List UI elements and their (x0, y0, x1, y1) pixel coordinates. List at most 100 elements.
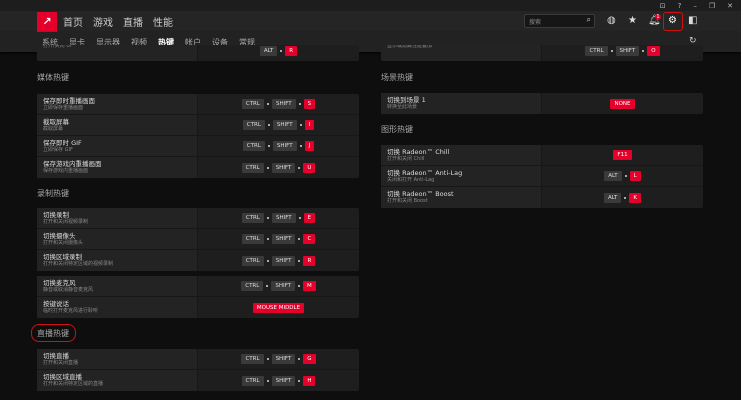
hotkey-subtitle: 打开和关闭 Chill (387, 156, 425, 162)
key-badge[interactable]: I (304, 120, 315, 130)
key-badge[interactable]: SHIFT (271, 281, 296, 291)
key-badge[interactable]: SHIFT (271, 375, 296, 386)
key-badge[interactable]: ALT (603, 192, 622, 203)
hotkey-row[interactable]: 切换区域录制 打开和关闭特定区域的视频录制 CTRL SHIFT R (37, 250, 359, 271)
key-badge[interactable]: ALT (604, 171, 622, 181)
help-icon[interactable]: ? (678, 2, 682, 10)
key-badge[interactable]: F11 (613, 150, 632, 160)
nav-performance[interactable]: 性能 (153, 14, 173, 29)
restore-button[interactable]: ❐ (709, 2, 715, 10)
section-title: 图形热键 (381, 125, 413, 134)
key-badge[interactable]: SHIFT (272, 141, 297, 151)
key-badge[interactable]: CTRL (241, 375, 264, 386)
hotkey-row[interactable]: 切换摄像头 打开和关闭摄像头 CTRL SHIFT C (37, 229, 359, 250)
hotkey-card: 显示或隐藏性能叠加 CTRL SHIFT O (381, 45, 703, 61)
key-badge[interactable]: CTRL (241, 162, 264, 173)
key-badge[interactable]: CTRL (585, 45, 608, 56)
hotkey-row[interactable]: 显示或隐藏性能叠加 CTRL SHIFT O (381, 45, 703, 61)
key-badge[interactable]: MOUSE MIDDLE (252, 302, 305, 313)
hotkey-row[interactable]: 切换麦克风 静音或取消静音麦克风 CTRL SHIFT M (37, 276, 359, 297)
star-icon[interactable]: ★ (628, 15, 637, 26)
key-separator (642, 49, 645, 52)
minimize-button[interactable]: – (693, 2, 697, 10)
annotation-circle (31, 324, 76, 342)
nav-home[interactable]: 首页 (63, 14, 83, 29)
hotkey-subtitle: 打开和关闭 Boost (387, 198, 428, 204)
amd-logo[interactable]: ↗ (37, 12, 57, 32)
hotkey-card: 切换到场景 1 转换至此场景 NONE (381, 93, 703, 114)
key-badge[interactable]: J (304, 141, 315, 151)
globe-icon[interactable]: ◍ (607, 15, 616, 26)
key-badge[interactable]: CTRL (242, 120, 265, 130)
hotkey-row[interactable]: 截取屏幕 截取屏幕 CTRL SHIFT I (37, 115, 359, 136)
hotkey-card: 切换录制 打开和关闭视频录制 CTRL SHIFT E 切换摄像头 打开和关闭摄像头 CTRL… (37, 208, 359, 271)
key-badge[interactable]: SHIFT (615, 45, 640, 56)
hotkey-title: 切换麦克风 (43, 279, 76, 287)
key-badge[interactable]: NONE (610, 98, 635, 109)
key-badge[interactable]: R (285, 45, 298, 56)
key-badge[interactable]: SHIFT (271, 234, 296, 244)
key-badge[interactable]: CTRL (241, 234, 264, 244)
key-badge[interactable]: L (629, 171, 641, 181)
key-badge[interactable]: SHIFT (271, 162, 296, 173)
key-badge[interactable]: SHIFT (271, 213, 296, 223)
key-badge[interactable]: C (303, 234, 316, 244)
top-header: ↗ 首页 游戏 直播 性能 搜索 ⌕ ◍ ★ 🔔︎ 1 ⚙ ◧ (0, 11, 741, 32)
key-badge[interactable]: SHIFT (271, 255, 296, 266)
key-badge[interactable]: CTRL (242, 141, 265, 151)
key-separator (299, 124, 302, 126)
key-badge[interactable]: H (303, 375, 316, 386)
hotkey-row[interactable]: 按键说话 临时打开麦克风进行聆听 MOUSE MIDDLE (37, 297, 359, 318)
key-separator (266, 166, 269, 169)
key-separator (266, 358, 269, 360)
key-badge[interactable]: CTRL (241, 255, 264, 266)
hotkey-row[interactable]: 切换录制 打开和关闭视频录制 CTRL SHIFT E (37, 208, 359, 229)
close-button[interactable]: ✕ (727, 2, 733, 10)
key-badge[interactable]: SHIFT (271, 99, 296, 109)
key-separator (298, 358, 301, 360)
sidebar-toggle-icon[interactable]: ◧ (688, 15, 697, 26)
hotkey-row[interactable]: 保存游戏内重播画面 保存游戏内重播画面 CTRL SHIFT U (37, 157, 359, 178)
key-badge[interactable]: SHIFT (271, 354, 296, 364)
key-separator (267, 124, 270, 126)
key-badge[interactable]: K (629, 192, 642, 203)
key-badge[interactable]: S (303, 99, 316, 109)
key-badge[interactable]: CTRL (241, 354, 264, 364)
key-separator (298, 285, 301, 287)
key-badge[interactable]: E (303, 213, 316, 223)
key-badge[interactable]: M (303, 281, 316, 291)
key-badge[interactable]: CTRL (241, 99, 264, 109)
hotkey-title: 切换 Radeon™ Anti-Lag (387, 169, 463, 177)
search-input[interactable]: 搜索 ⌕ (524, 14, 595, 28)
hotkey-row[interactable]: 保存即时 GIF 立即保存 GIF CTRL SHIFT J (37, 136, 359, 157)
hotkey-row[interactable]: 打开/关闭 UI ALT R (37, 45, 359, 61)
notification-badge: 1 (655, 14, 661, 20)
hotkey-row[interactable]: 切换 Radeon™ Chill 打开和关闭 Chill F11 (381, 145, 703, 166)
hotkey-subtitle: 静音或取消静音麦克风 (43, 287, 94, 293)
hotkey-row[interactable]: 保存即时重播画面 立即保存重播画面 CTRL SHIFT S (37, 94, 359, 115)
key-badge[interactable]: CTRL (241, 213, 264, 223)
hotkey-subtitle: 关闭和打开 Anti-Lag (387, 177, 435, 183)
window-control-icon[interactable]: ⊡ (660, 2, 666, 10)
key-badge[interactable]: CTRL (241, 281, 264, 291)
hotkey-row[interactable]: 切换直播 打开和关闭直播 CTRL SHIFT G (37, 349, 359, 370)
key-badge[interactable]: O (647, 45, 660, 56)
key-badge[interactable]: SHIFT (272, 120, 297, 130)
key-badge[interactable]: G (303, 354, 316, 364)
hotkey-row[interactable]: 切换区域直播 打开和关闭特定区域的直播 CTRL SHIFT H (37, 370, 359, 391)
hotkey-title: 切换 Radeon™ Boost (387, 190, 454, 198)
nav-streaming[interactable]: 直播 (123, 14, 143, 29)
hotkey-title: 切换区域录制 (43, 253, 82, 261)
hotkey-title: 切换摄像头 (43, 232, 76, 240)
key-separator (624, 175, 627, 177)
nav-games[interactable]: 游戏 (93, 14, 113, 29)
hotkey-title: 保存游戏内重播画面 (43, 160, 102, 168)
hotkey-row[interactable]: 切换 Radeon™ Anti-Lag 关闭和打开 Anti-Lag ALT L (381, 166, 703, 187)
key-separator (267, 145, 270, 147)
hotkey-card: 打开/关闭 UI ALT R (37, 45, 359, 61)
hotkey-row[interactable]: 切换 Radeon™ Boost 打开和关闭 Boost ALT K (381, 187, 703, 208)
key-badge[interactable]: U (303, 162, 316, 173)
key-badge[interactable]: R (303, 255, 316, 266)
hotkey-row[interactable]: 切换到场景 1 转换至此场景 NONE (381, 93, 703, 114)
key-badge[interactable]: ALT (259, 45, 278, 56)
